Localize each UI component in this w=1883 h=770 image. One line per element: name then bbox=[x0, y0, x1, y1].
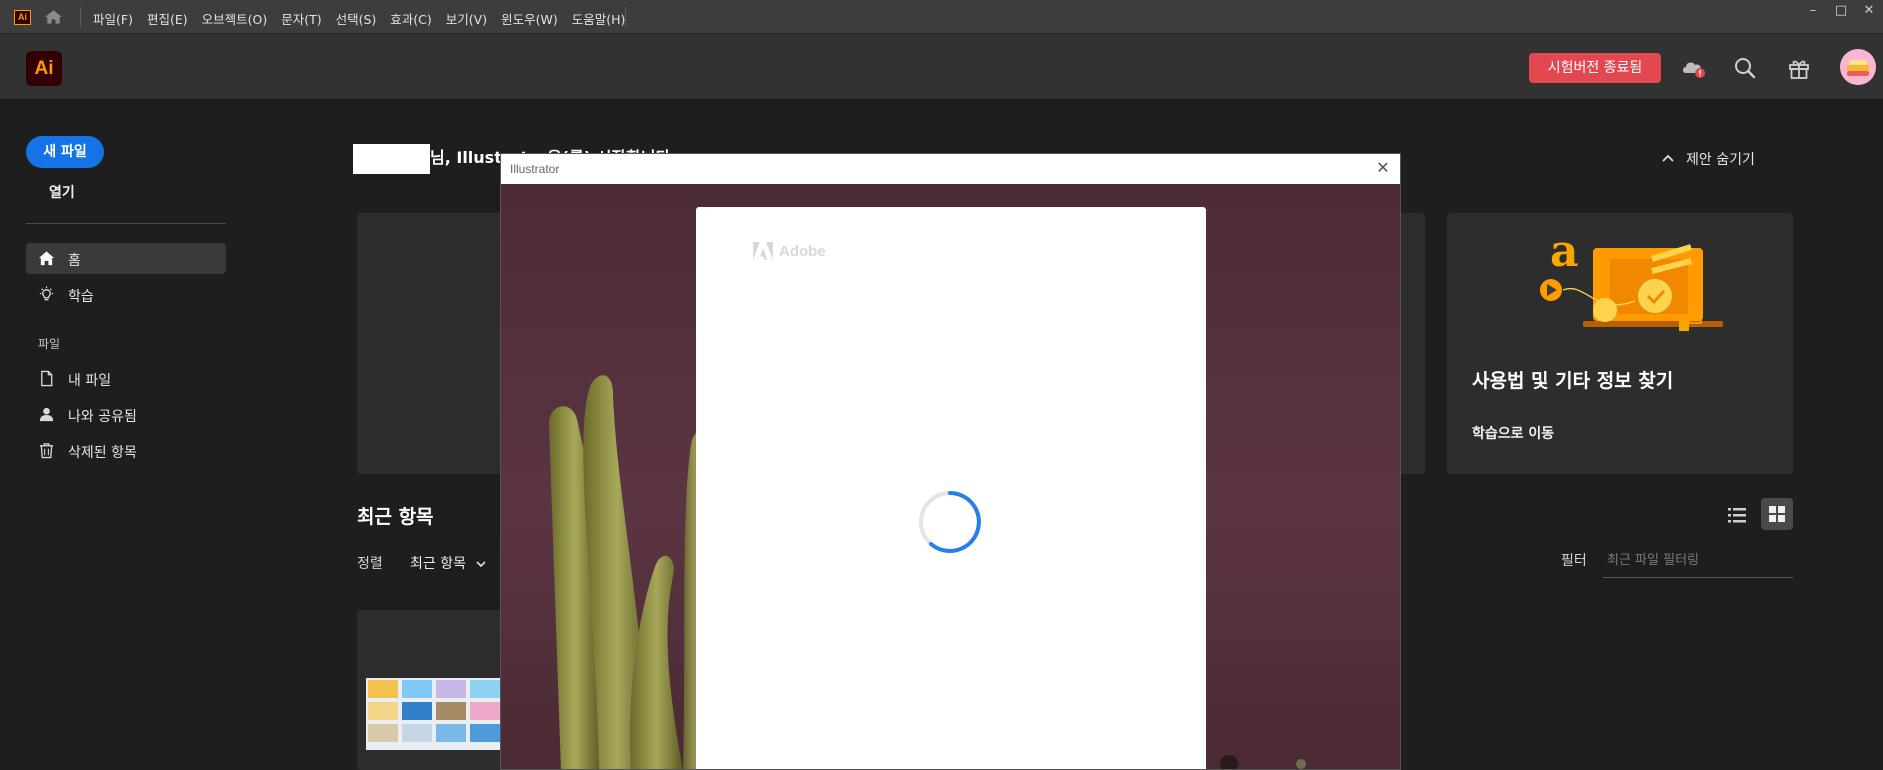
sidebar-item-label: 나와 공유됨 bbox=[68, 409, 137, 425]
menu-separator bbox=[625, 7, 626, 27]
sidebar-divider bbox=[26, 223, 226, 224]
menu-effect[interactable]: 효과(C) bbox=[390, 9, 431, 28]
grid-view-button[interactable] bbox=[1761, 498, 1793, 530]
sort-label: 정렬 bbox=[357, 556, 383, 572]
hide-suggestions-button[interactable]: 제안 숨기기 bbox=[1662, 149, 1755, 169]
sidebar-item-deleted[interactable]: 삭제된 항목 bbox=[26, 435, 226, 466]
avatar-image bbox=[1840, 49, 1876, 85]
sidebar-item-shared[interactable]: 나와 공유됨 bbox=[26, 399, 226, 430]
sidebar-item-learn[interactable]: 학습 bbox=[26, 279, 226, 310]
maximize-button[interactable]: □ bbox=[1827, 2, 1855, 20]
menu-window[interactable]: 윈도우(W) bbox=[501, 9, 558, 28]
home-icon[interactable] bbox=[44, 9, 63, 25]
menu-items: 파일(F) 편집(E) 오브젝트(O) 문자(T) 선택(S) 효과(C) 보기… bbox=[93, 9, 625, 28]
loading-panel: Adobe bbox=[696, 207, 1206, 769]
menu-view[interactable]: 보기(V) bbox=[446, 9, 487, 28]
chevron-down-icon bbox=[476, 561, 487, 568]
new-file-button[interactable]: 새 파일 bbox=[26, 136, 104, 168]
home-icon bbox=[38, 251, 55, 266]
search-icon[interactable] bbox=[1732, 55, 1758, 81]
sidebar-section-label: 파일 bbox=[38, 337, 61, 351]
adobe-brand-label: Adobe bbox=[779, 242, 826, 260]
grid-view-icon bbox=[1769, 506, 1785, 522]
shared-user-icon bbox=[39, 407, 54, 422]
sidebar-item-home[interactable]: 홈 bbox=[26, 243, 226, 274]
open-button[interactable]: 열기 bbox=[49, 182, 75, 202]
filter-label: 필터 bbox=[1561, 553, 1587, 569]
hide-suggestions-label: 제안 숨기기 bbox=[1686, 152, 1755, 168]
menu-separator bbox=[80, 7, 81, 27]
trash-icon bbox=[39, 443, 54, 459]
dialog-titlebar: Illustrator ✕ bbox=[501, 154, 1400, 184]
lightbulb-icon bbox=[39, 286, 54, 301]
menu-edit[interactable]: 편집(E) bbox=[147, 9, 188, 28]
app-header: Ai 시험버전 종료됨 bbox=[0, 34, 1883, 99]
dialog-title: Illustrator bbox=[510, 162, 560, 176]
dialog-close-button[interactable]: ✕ bbox=[1374, 159, 1392, 177]
adobe-logo-icon bbox=[753, 242, 773, 260]
sort-dropdown[interactable]: 최근 항목 bbox=[410, 553, 487, 573]
illustrator-dialog: Illustrator ✕ Adobe bbox=[500, 153, 1401, 770]
list-view-icon[interactable] bbox=[1722, 500, 1752, 530]
close-window-button[interactable]: ✕ bbox=[1855, 2, 1883, 20]
menu-select[interactable]: 선택(S) bbox=[336, 9, 377, 28]
learn-card-title: 사용법 및 기타 정보 찾기 bbox=[1472, 370, 1674, 392]
recent-heading: 최근 항목 bbox=[357, 506, 434, 528]
minimize-button[interactable]: – bbox=[1799, 2, 1827, 20]
sidebar-item-label: 내 파일 bbox=[68, 373, 112, 389]
redacted-username bbox=[353, 144, 430, 174]
sidebar-item-label: 홈 bbox=[68, 253, 81, 269]
learn-illustration: a bbox=[1540, 226, 1723, 331]
trial-expired-button[interactable]: 시험버전 종료됨 bbox=[1529, 53, 1661, 83]
sort-value: 최근 항목 bbox=[410, 556, 466, 572]
cloud-alert-icon[interactable] bbox=[1680, 55, 1706, 81]
loading-spinner-icon bbox=[919, 491, 981, 553]
menu-help[interactable]: 도움말(H) bbox=[572, 9, 626, 28]
app-icon: Ai bbox=[14, 10, 31, 25]
recent-file-thumbnail bbox=[366, 678, 507, 750]
go-to-learn-link[interactable]: 학습으로 이동 bbox=[1472, 423, 1554, 443]
svg-text:a: a bbox=[1550, 226, 1579, 277]
file-icon bbox=[41, 370, 53, 387]
adobe-brand: Adobe bbox=[753, 242, 826, 260]
illustrator-logo: Ai bbox=[26, 51, 62, 86]
sidebar-item-label: 삭제된 항목 bbox=[68, 445, 137, 461]
filter-input[interactable] bbox=[1603, 544, 1793, 578]
avatar[interactable] bbox=[1840, 49, 1876, 85]
menu-file[interactable]: 파일(F) bbox=[93, 9, 133, 28]
menu-object[interactable]: 오브젝트(O) bbox=[202, 9, 268, 28]
sidebar-item-my-files[interactable]: 내 파일 bbox=[26, 363, 226, 394]
sidebar-item-label: 학습 bbox=[68, 289, 94, 305]
menu-type[interactable]: 문자(T) bbox=[281, 9, 321, 28]
gift-icon[interactable] bbox=[1786, 55, 1812, 81]
chevron-up-icon bbox=[1662, 154, 1674, 162]
menu-bar: Ai 파일(F) 편집(E) 오브젝트(O) 문자(T) 선택(S) 효과(C)… bbox=[0, 0, 1883, 34]
window-controls: – □ ✕ bbox=[1799, 2, 1883, 20]
